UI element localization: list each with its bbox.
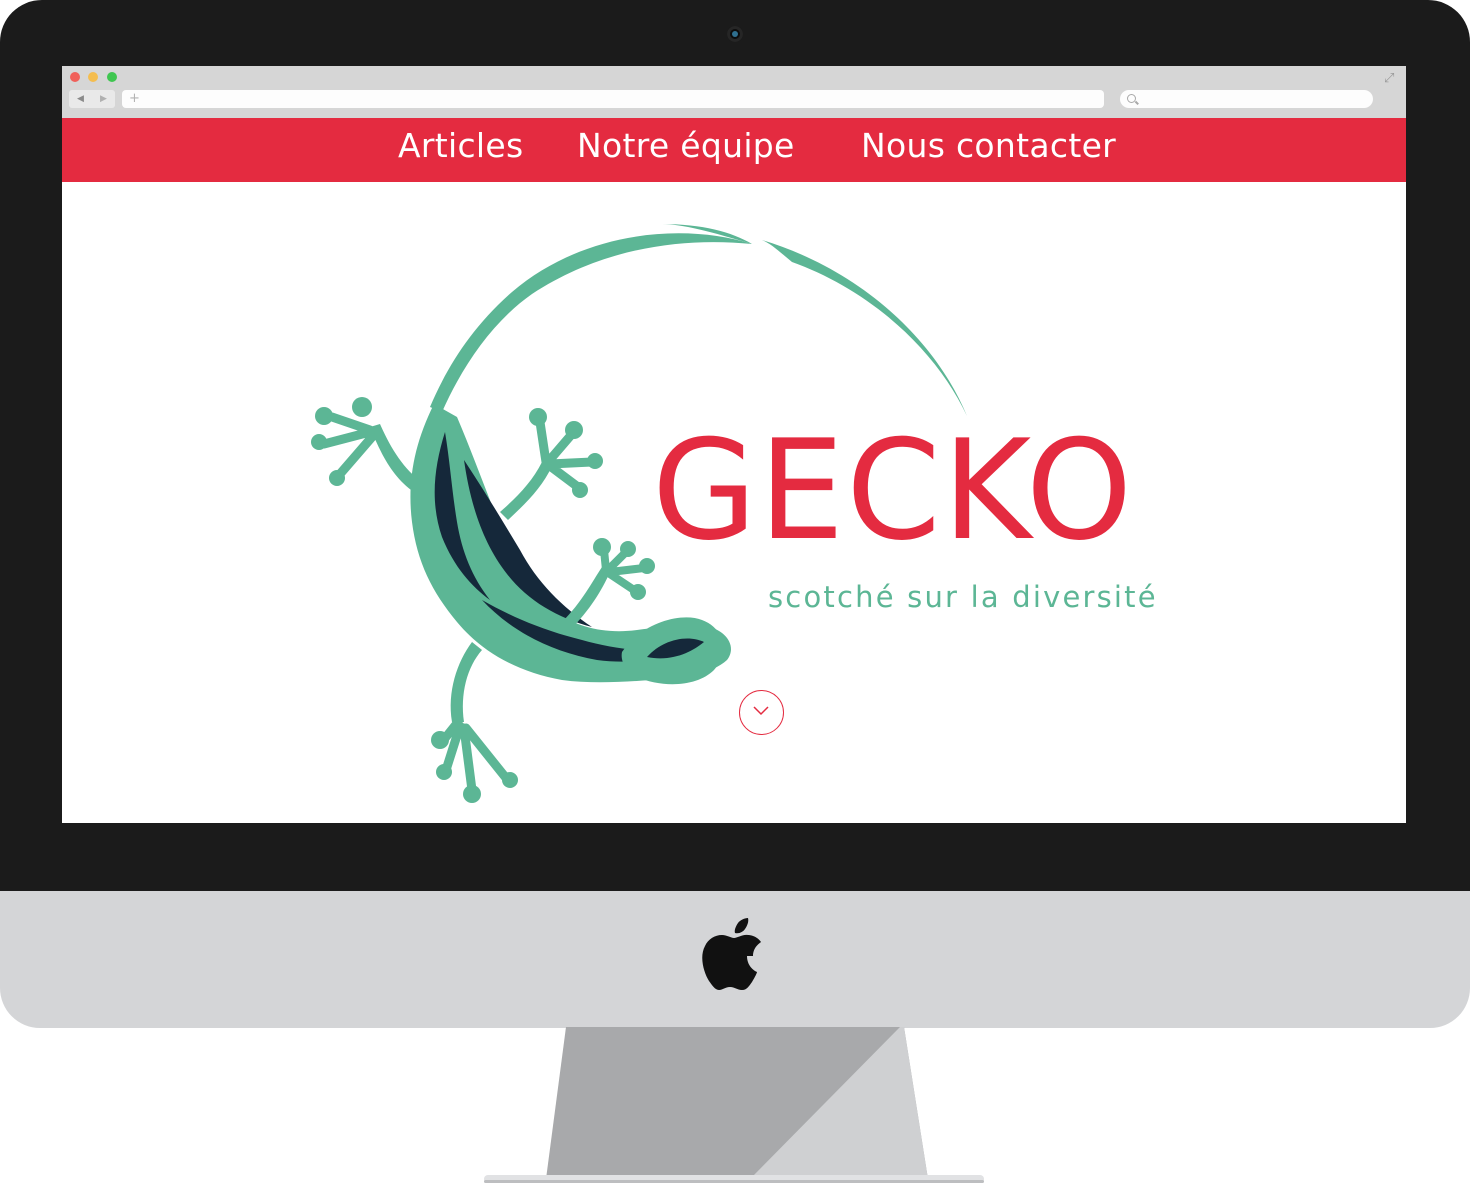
apple-logo-icon [702, 918, 761, 990]
camera-icon [727, 26, 743, 42]
plus-icon[interactable]: + [129, 90, 140, 108]
scroll-down-button[interactable] [739, 690, 784, 735]
search-icon [1127, 94, 1136, 103]
brand-tagline: scotché sur la diversité [768, 580, 1158, 614]
nav-link-contact[interactable]: Nous contacter [861, 124, 1116, 168]
address-bar[interactable]: + [122, 90, 1104, 108]
minimize-window-button[interactable] [88, 72, 98, 82]
monitor-stand [484, 1027, 984, 1183]
history-buttons: ◀ ▶ [69, 90, 115, 108]
hero-section: GECKO scotché sur la diversité [62, 182, 1406, 823]
browser-search-input[interactable] [1120, 90, 1373, 108]
screen: ◀ ▶ + ⤢ Articles Notre équipe Nous conta… [62, 66, 1406, 823]
close-window-button[interactable] [70, 72, 80, 82]
brand-title: GECKO [652, 410, 1135, 571]
site-navigation: Articles Notre équipe Nous contacter [62, 118, 1406, 182]
expand-icon[interactable]: ⤢ [1384, 72, 1394, 86]
monitor-chin [0, 891, 1470, 1028]
nav-link-articles[interactable]: Articles [398, 124, 523, 168]
chevron-down-icon [753, 706, 769, 716]
nav-link-team[interactable]: Notre équipe [577, 124, 795, 168]
forward-arrow-icon[interactable]: ▶ [92, 90, 115, 108]
browser-toolbar: ◀ ▶ + ⤢ [62, 66, 1406, 119]
back-arrow-icon[interactable]: ◀ [69, 90, 92, 108]
zoom-window-button[interactable] [107, 72, 117, 82]
